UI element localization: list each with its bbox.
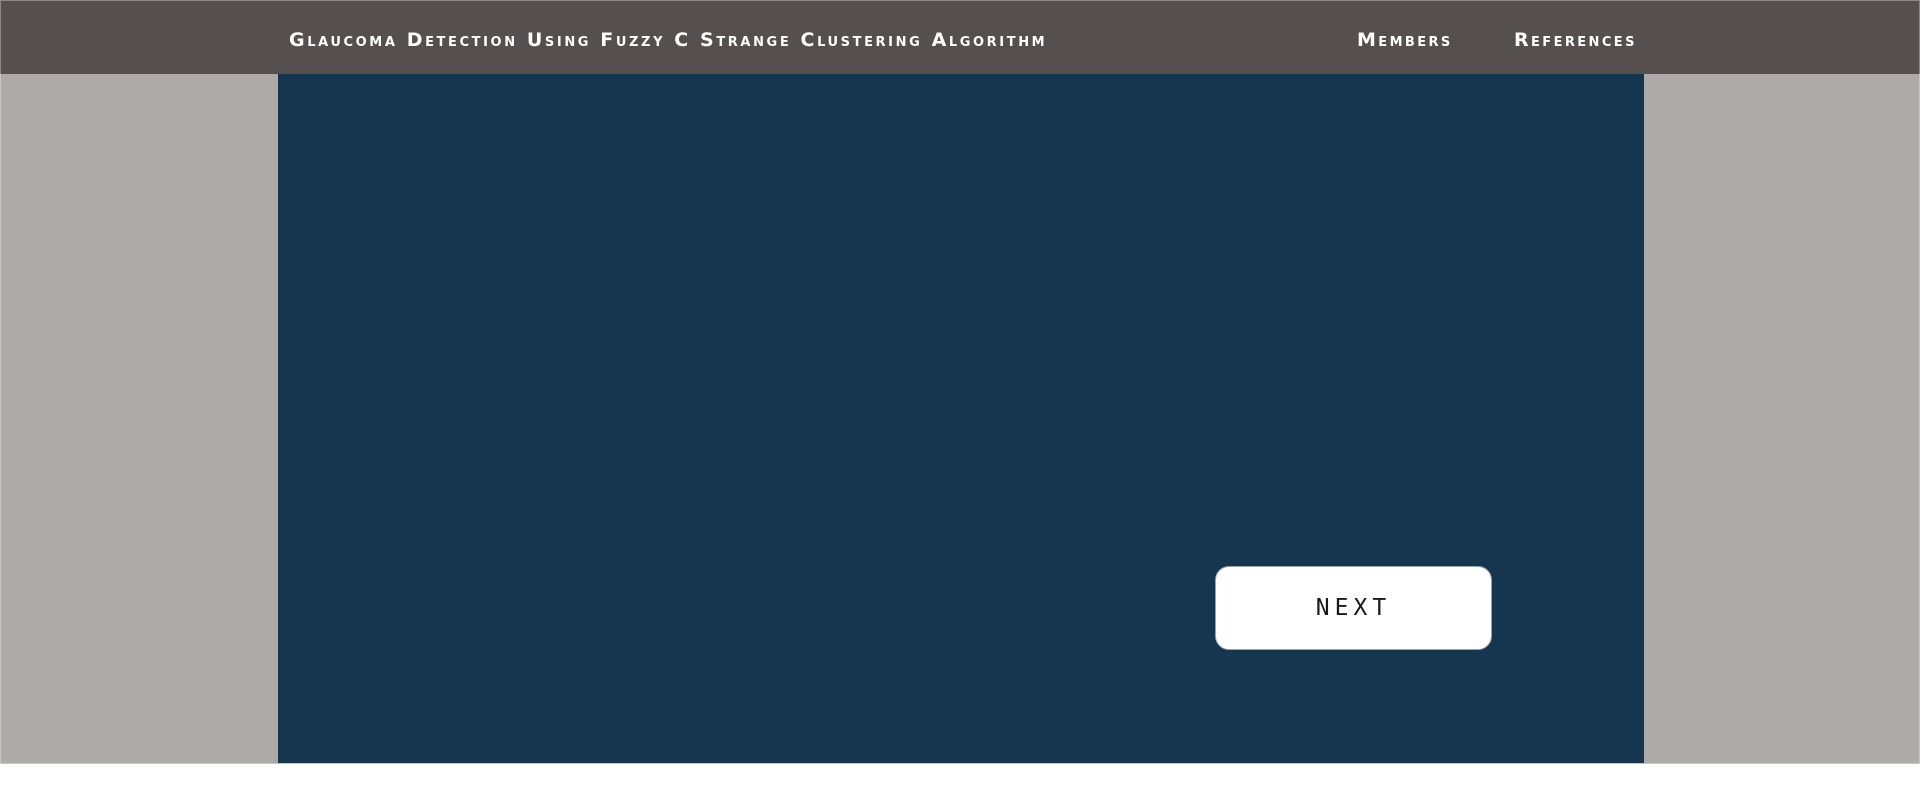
page: Glaucoma Detection Using Fuzzy C Strange… [0,0,1920,809]
site-title: Glaucoma Detection Using Fuzzy C Strange… [289,29,1048,51]
main-content-panel: NEXT [278,74,1644,763]
page-background: NEXT [0,74,1920,764]
next-button[interactable]: NEXT [1215,566,1492,650]
nav-link-members[interactable]: Members [1357,28,1453,52]
nav-link-references[interactable]: References [1514,28,1637,52]
header-bar: Glaucoma Detection Using Fuzzy C Strange… [0,0,1920,75]
